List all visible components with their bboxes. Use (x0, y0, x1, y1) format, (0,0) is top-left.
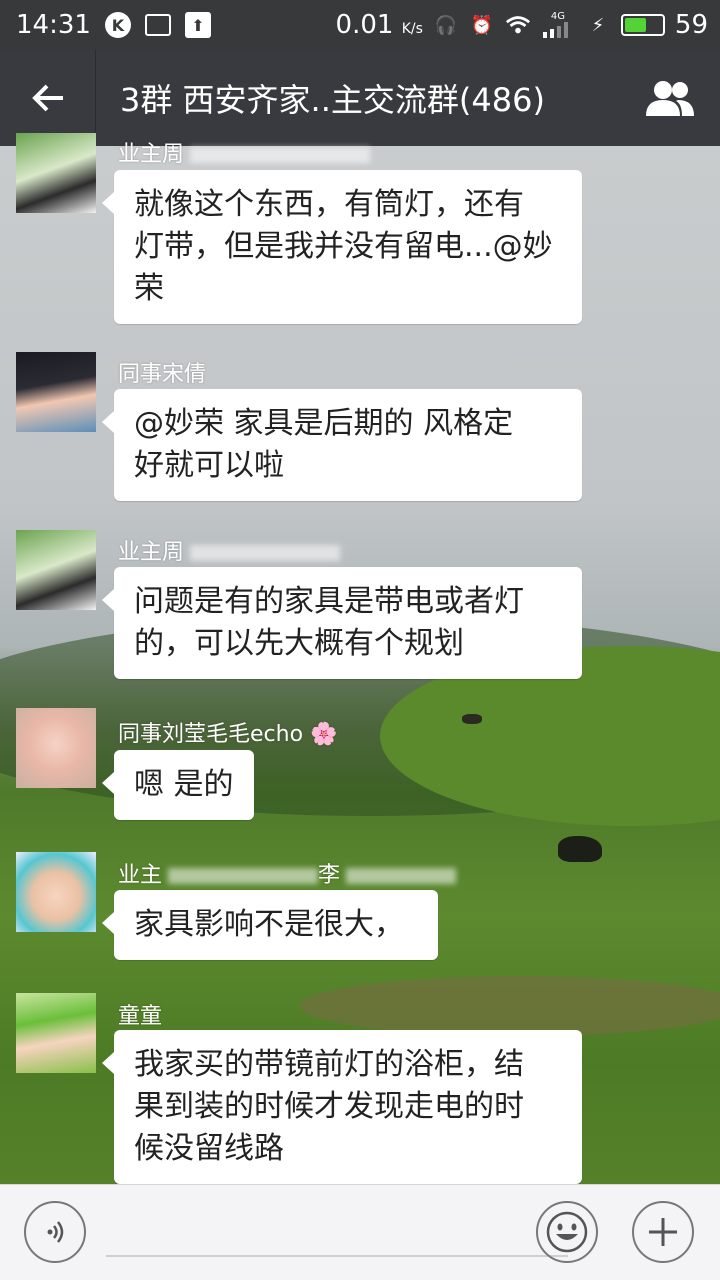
message-bubble[interactable]: 家具影响不是很大， (102, 890, 438, 960)
plus-icon (649, 1218, 677, 1246)
back-arrow-icon (31, 84, 63, 112)
sender-name: 业主周 (118, 136, 371, 168)
avatar[interactable] (16, 708, 96, 788)
more-button[interactable] (632, 1201, 694, 1263)
message-line: 好就可以啦 (134, 448, 284, 483)
image-icon (144, 14, 171, 36)
message-line: 问题是有的家具是带电或者灯 (134, 584, 524, 619)
sender-name: 同事宋倩 (118, 362, 207, 387)
message-bubble[interactable]: 问题是有的家具是带电或者灯 的，可以先大概有个规划 (102, 567, 582, 679)
status-bar: 14:31 K ⬆ 0.01 K/s 🎧 ⏰ 4G ⚡ 59 (0, 0, 720, 50)
k-app-icon: K (104, 12, 131, 38)
redacted-text (346, 868, 457, 884)
redacted-text (168, 868, 319, 884)
group-info-button[interactable] (620, 50, 720, 146)
status-time: 14:31 (16, 10, 91, 40)
chat-header: 3群 西安齐家..主交流群(486) (0, 50, 720, 146)
alarm-icon: ⏰ (470, 14, 494, 36)
voice-button[interactable] (24, 1201, 86, 1263)
background-path (300, 976, 720, 1036)
message-bubble[interactable]: 我家买的带镜前灯的浴柜，结 果到装的时候才发现走电的时 候没留线路 (102, 1030, 582, 1184)
emoji-icon (546, 1211, 588, 1253)
upload-icon: ⬆ (184, 12, 211, 38)
message-line: 嗯 是的 (134, 767, 234, 802)
message-line: 候没留线路 (134, 1131, 284, 1166)
message-line: 的，可以先大概有个规划 (134, 626, 464, 661)
message-line: 灯带，但是我并没有留电...@妙 (134, 229, 553, 264)
avatar[interactable] (16, 352, 96, 432)
redacted-text (190, 545, 341, 561)
sender-name: 业主李 (118, 857, 457, 889)
network-speed: 0.01 K/s (335, 10, 423, 40)
avatar[interactable] (16, 852, 96, 932)
message-bubble[interactable]: @妙荣 家具是后期的 风格定 好就可以啦 (102, 389, 582, 501)
signal-icon: 4G (541, 12, 575, 38)
charging-icon: ⚡ (591, 14, 605, 36)
message-bubble[interactable]: 就像这个东西，有筒灯，还有 灯带，但是我并没有留电...@妙 荣 (102, 170, 582, 324)
avatar[interactable] (16, 993, 96, 1073)
battery-icon (620, 14, 665, 36)
avatar[interactable] (16, 530, 96, 610)
message-input[interactable] (106, 1255, 568, 1257)
voice-icon (47, 1221, 64, 1243)
group-members-icon (646, 81, 694, 116)
avatar[interactable] (16, 133, 96, 213)
sender-name: 业主周 (118, 534, 341, 566)
battery-percent: 59 (674, 10, 708, 40)
sender-name: 童童 (118, 1004, 163, 1029)
input-bar (0, 1184, 720, 1280)
sender-name: 同事刘莹毛毛echo 🌸 (118, 722, 338, 747)
message-bubble[interactable]: 嗯 是的 (102, 750, 254, 820)
message-line: @妙荣 家具是后期的 风格定 (134, 406, 514, 441)
message-line: 果到装的时候才发现走电的时 (134, 1089, 524, 1124)
wifi-icon (505, 12, 531, 38)
redacted-text (190, 147, 371, 163)
message-line: 荣 (134, 271, 164, 306)
message-line: 家具影响不是很大， (134, 907, 404, 942)
emoji-button[interactable] (536, 1201, 598, 1263)
headphones-icon: 🎧 (434, 14, 458, 36)
back-button[interactable] (0, 50, 96, 146)
background-horse (462, 714, 482, 724)
message-line: 就像这个东西，有筒灯，还有 (134, 187, 524, 222)
background-horse (558, 836, 602, 862)
chat-title: 3群 西安齐家..主交流群(486) (120, 81, 545, 119)
message-line: 我家买的带镜前灯的浴柜，结 (134, 1047, 524, 1082)
